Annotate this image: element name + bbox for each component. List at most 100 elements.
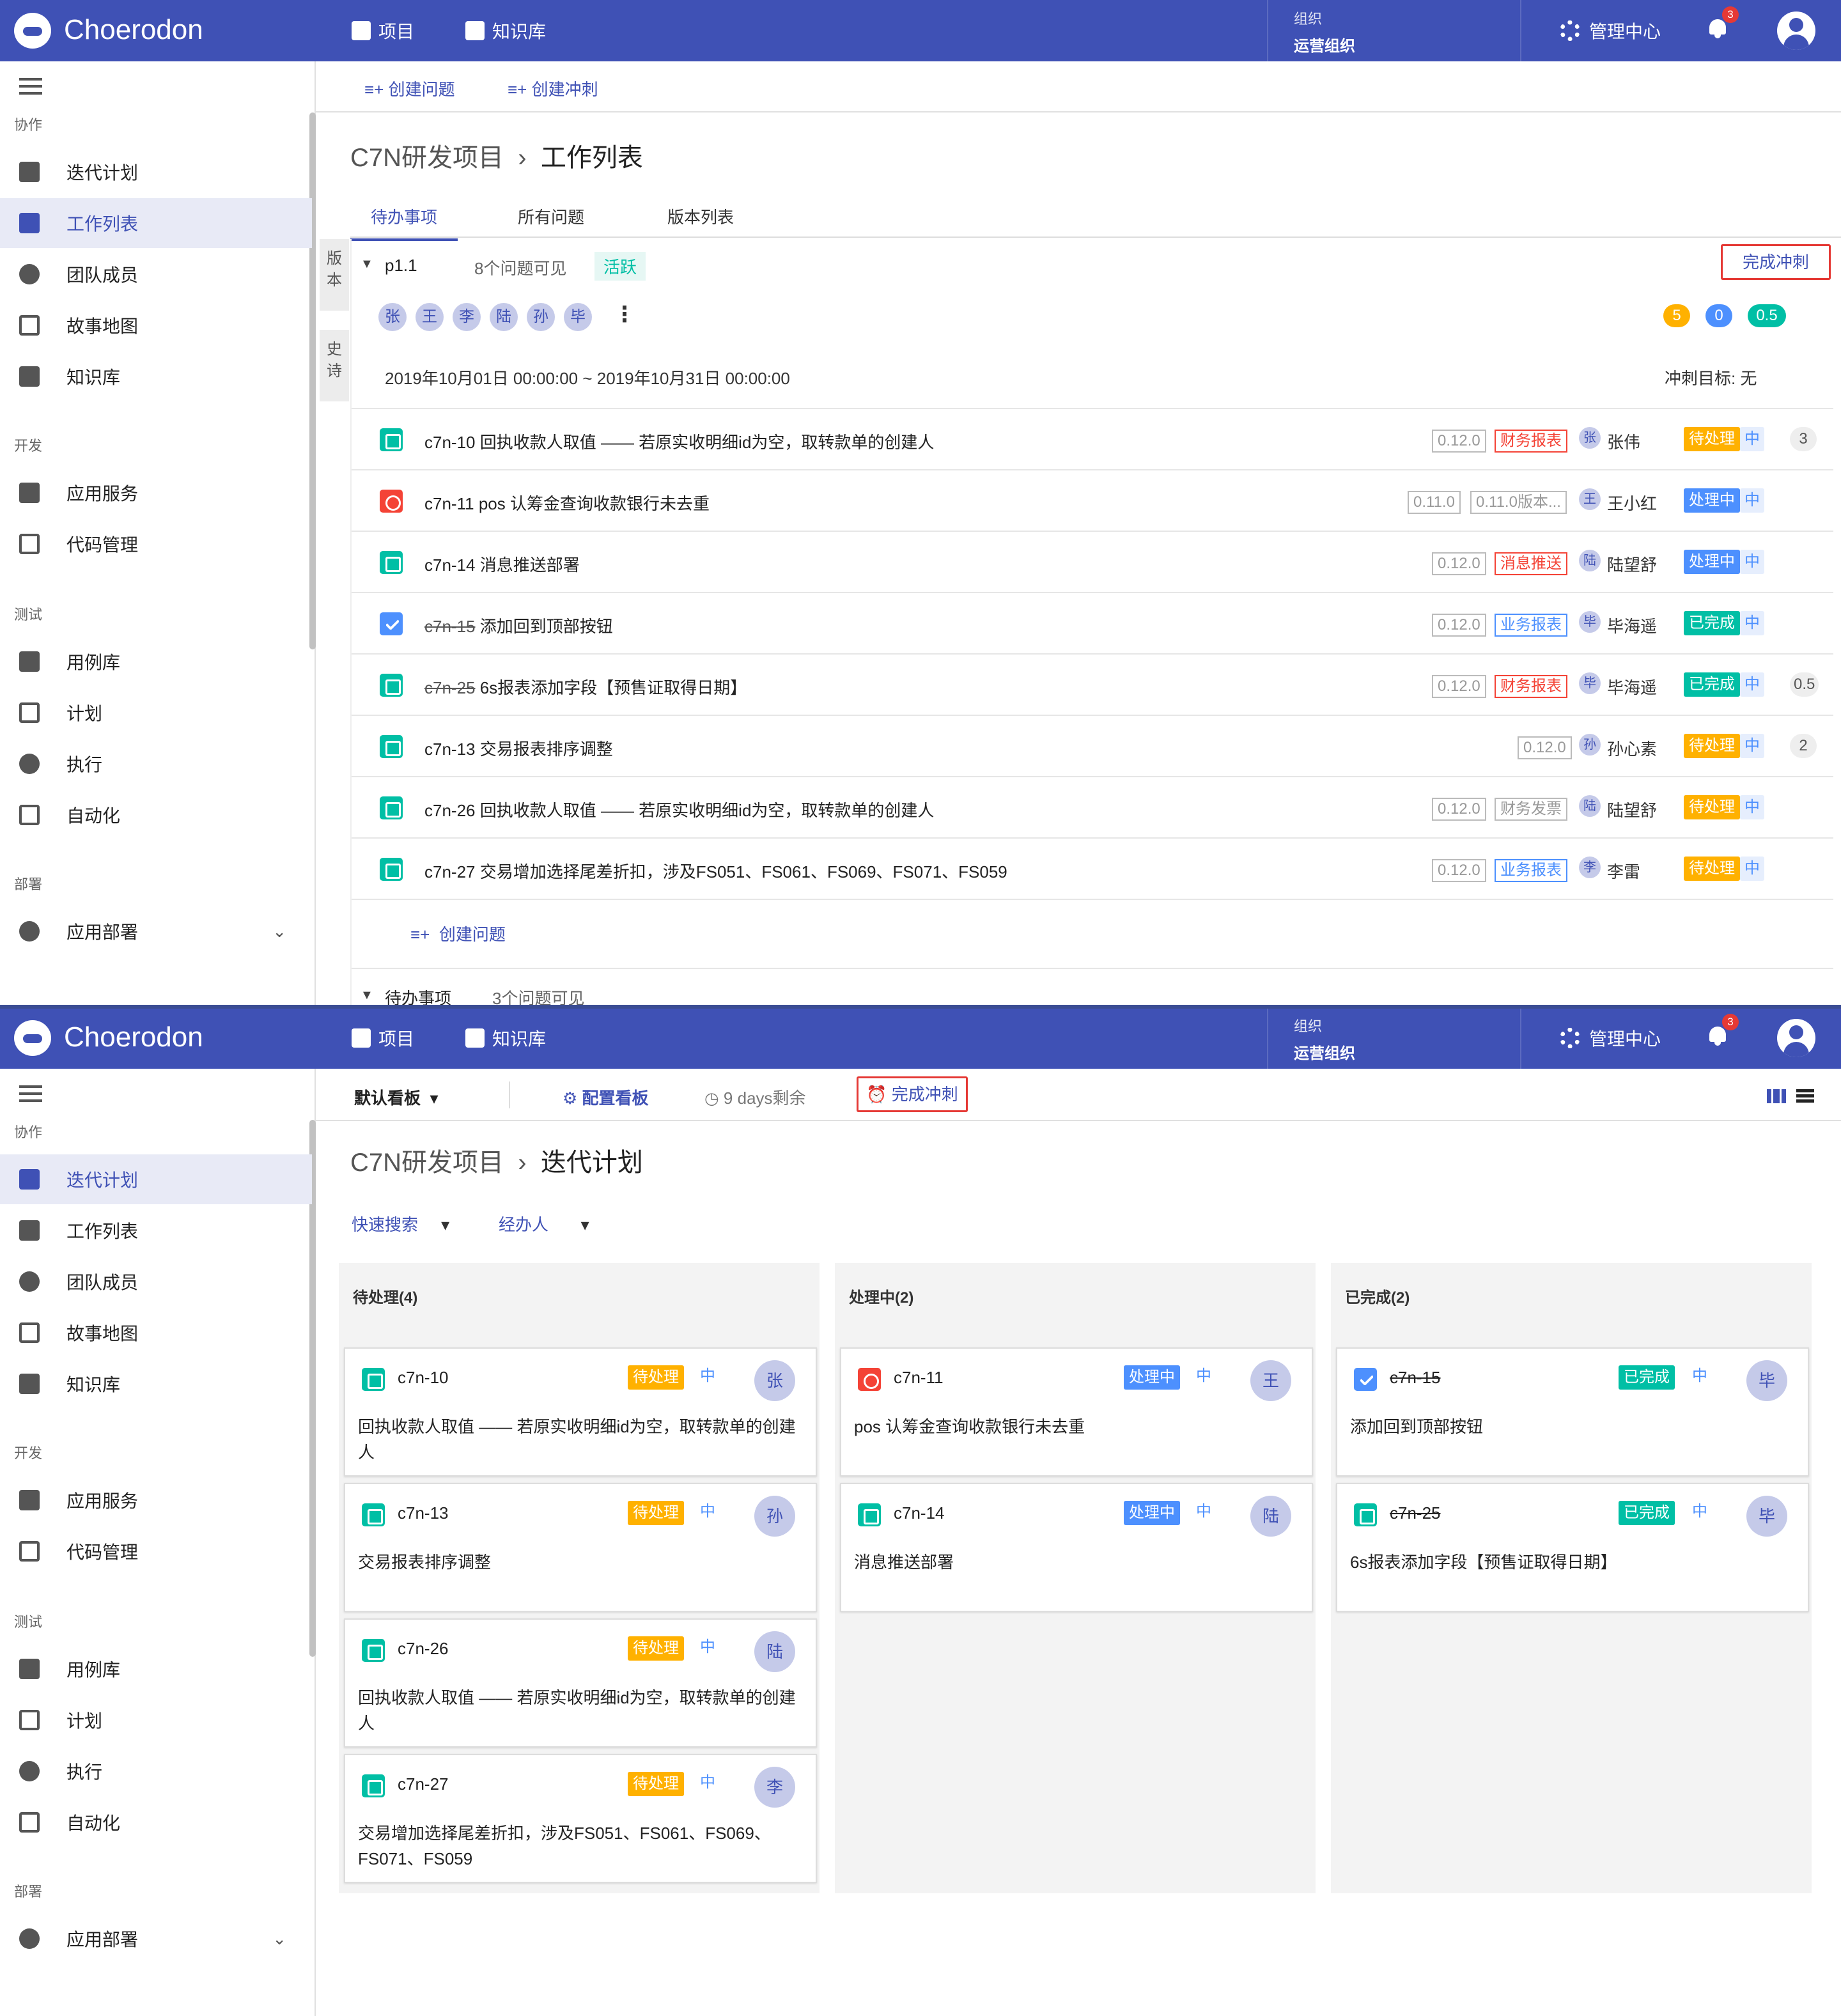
quick-search-filter[interactable]: 快速搜索 ▾ (352, 1212, 449, 1236)
sidebar-item-team[interactable]: 团队成员 (0, 249, 312, 299)
manage-center[interactable]: 管理中心 (1560, 18, 1661, 43)
assignee-avatar[interactable]: 陆 (754, 1631, 795, 1672)
collapse-caret-icon[interactable]: ▼ (361, 257, 373, 272)
manage-center[interactable]: 管理中心 (1560, 1025, 1661, 1051)
version-side-tab[interactable]: 版本 (320, 239, 349, 311)
tab-versions[interactable]: 版本列表 (667, 205, 734, 238)
issue-title[interactable]: c7n-11 pos 认筹金查询收款银行未去重 (424, 491, 710, 515)
sidebar-item-plan[interactable]: 计划 (0, 688, 312, 738)
issue-row[interactable]: c7n-11 pos 认筹金查询收款银行未去重 中处理中 王小红王 0.11.0版本.… (352, 470, 1833, 532)
sidebar-item-deploy[interactable]: 应用部署 ⌄ (0, 1914, 312, 1964)
sidebar-item-auto[interactable]: 自动化 (0, 790, 312, 840)
create-sprint-button[interactable]: ≡+ 创建冲刺 (508, 77, 598, 100)
issue-key[interactable]: c7n-27 (398, 1774, 449, 1794)
avatar[interactable]: 孙 (527, 303, 555, 331)
sidebar-item-execute[interactable]: 执行 (0, 739, 312, 789)
issue-card[interactable]: c7n-26 待处理 中 陆 回执收款人取值 —— 若原实收明细id为空，取转款… (344, 1618, 817, 1748)
add-issue-button[interactable]: ≡+ 创建问题 (410, 922, 506, 945)
issue-card[interactable]: c7n-27 待处理 中 李 交易增加选择尾差折扣，涉及FS051、FS061、… (344, 1754, 817, 1883)
breadcrumb-project[interactable]: C7N研发项目 (350, 1149, 504, 1177)
sidebar-item-auto[interactable]: 自动化 (0, 1797, 312, 1847)
issue-card[interactable]: c7n-13 待处理 中 孙 交易报表排序调整 (344, 1483, 817, 1612)
org-selector[interactable]: 组织 运营组织 (1267, 0, 1521, 61)
create-issue-button[interactable]: ≡+ 创建问题 (364, 77, 455, 100)
tab-all-issues[interactable]: 所有问题 (518, 205, 584, 238)
sidebar-item-storymap[interactable]: 故事地图 (0, 300, 312, 350)
avatar[interactable]: 毕 (564, 303, 592, 331)
issue-card[interactable]: c7n-15 已完成 中 毕 添加回到顶部按钮 (1336, 1347, 1809, 1477)
sidebar-item-cases[interactable]: 用例库 (0, 637, 312, 686)
assignee-avatar[interactable]: 李 (754, 1767, 795, 1808)
sidebar-item-backlog[interactable]: 工作列表 (0, 1206, 312, 1255)
config-board-button[interactable]: ⚙ 配置看板 (563, 1085, 649, 1109)
issue-card[interactable]: c7n-14 处理中 中 陆 消息推送部署 (840, 1483, 1313, 1612)
board-view-icon[interactable] (1767, 1089, 1786, 1103)
avatar[interactable]: 李 (453, 303, 481, 331)
issue-key[interactable]: c7n-13 (398, 1503, 449, 1523)
org-selector[interactable]: 组织 运营组织 (1267, 1007, 1521, 1069)
assignee-filter[interactable]: 经办人 ▾ (499, 1212, 589, 1236)
sidebar-item-team[interactable]: 团队成员 (0, 1257, 312, 1307)
sidebar-item-appservice[interactable]: 应用服务 (0, 1475, 312, 1525)
issue-card[interactable]: c7n-25 已完成 中 毕 6s报表添加字段【预售证取得日期】 (1336, 1483, 1809, 1612)
backlog-section-name[interactable]: 待办事项 (385, 986, 451, 1007)
sidebar-item-deploy[interactable]: 应用部署 ⌄ (0, 906, 312, 956)
complete-sprint-button[interactable]: ⏰ 完成冲刺 (857, 1076, 968, 1112)
issue-card[interactable]: c7n-11 处理中 中 王 pos 认筹金查询收款银行未去重 (840, 1347, 1313, 1477)
brand-name[interactable]: Choerodon (64, 1021, 203, 1053)
assignee-avatar[interactable]: 张 (754, 1360, 795, 1401)
collapse-caret-icon[interactable]: ▼ (361, 988, 373, 1003)
issue-row[interactable]: c7n-10 回执收款人取值 —— 若原实收明细id为空，取转款单的创建人 3 中待… (352, 409, 1833, 470)
epic-side-tab[interactable]: 史诗 (320, 330, 349, 401)
issue-row[interactable]: c7n-26 回执收款人取值 —— 若原实收明细id为空，取转款单的创建人 中待处… (352, 777, 1833, 839)
nav-knowledge[interactable]: 知识库 (465, 1025, 546, 1051)
brand-name[interactable]: Choerodon (64, 14, 203, 46)
sidebar-item-sprint[interactable]: 迭代计划 (0, 1154, 312, 1204)
choerodon-logo-icon[interactable] (14, 1020, 51, 1056)
issue-title[interactable]: c7n-25 6s报表添加字段【预售证取得日期】 (424, 675, 747, 699)
board-select[interactable]: 默认看板 ▾ (354, 1085, 439, 1109)
issue-card[interactable]: c7n-10 待处理 中 张 回执收款人取值 —— 若原实收明细id为空，取转款… (344, 1347, 817, 1477)
assignee-avatar[interactable]: 毕 (1746, 1360, 1787, 1401)
sidebar-item-storymap[interactable]: 故事地图 (0, 1308, 312, 1358)
sidebar-item-cases[interactable]: 用例库 (0, 1644, 312, 1694)
issue-title[interactable]: c7n-27 交易增加选择尾差折扣，涉及FS051、FS061、FS069、FS… (424, 859, 1007, 883)
sidebar-item-backlog[interactable]: 工作列表 (0, 198, 312, 248)
sidebar-item-code[interactable]: 代码管理 (0, 1526, 312, 1576)
user-avatar[interactable] (1777, 1019, 1815, 1057)
issue-title[interactable]: c7n-26 回执收款人取值 —— 若原实收明细id为空，取转款单的创建人 (424, 798, 934, 821)
complete-sprint-button[interactable]: 完成冲刺 (1721, 244, 1831, 280)
sidebar-item-plan[interactable]: 计划 (0, 1695, 312, 1745)
sidebar-item-kb[interactable]: 知识库 (0, 352, 312, 401)
menu-icon[interactable] (19, 78, 42, 95)
issue-key[interactable]: c7n-14 (894, 1503, 945, 1523)
list-view-icon[interactable] (1796, 1089, 1814, 1103)
nav-project[interactable]: 项目 (352, 18, 414, 43)
choerodon-logo-icon[interactable] (14, 13, 51, 49)
avatar[interactable]: 张 (378, 303, 407, 331)
issue-row[interactable]: c7n-13 交易报表排序调整 2 中待处理 孙心素孙 0.12.0 (352, 716, 1833, 777)
user-avatar[interactable] (1777, 12, 1815, 50)
nav-project[interactable]: 项目 (352, 1025, 414, 1051)
avatar[interactable]: 陆 (490, 303, 518, 331)
nav-knowledge[interactable]: 知识库 (465, 18, 546, 43)
sidebar-item-execute[interactable]: 执行 (0, 1746, 312, 1796)
issue-title[interactable]: c7n-15 添加回到顶部按钮 (424, 614, 613, 637)
issue-row[interactable]: c7n-14 消息推送部署 中处理中 陆望舒陆消息推送 0.12.0 (352, 532, 1833, 593)
assignee-avatar[interactable]: 孙 (754, 1496, 795, 1537)
issue-title[interactable]: c7n-13 交易报表排序调整 (424, 736, 613, 760)
sidebar-item-appservice[interactable]: 应用服务 (0, 468, 312, 518)
issue-row[interactable]: c7n-27 交易增加选择尾差折扣，涉及FS051、FS061、FS069、FS… (352, 839, 1833, 900)
assignee-avatar[interactable]: 陆 (1250, 1496, 1291, 1537)
issue-title[interactable]: c7n-10 回执收款人取值 —— 若原实收明细id为空，取转款单的创建人 (424, 430, 934, 453)
sprint-name[interactable]: p1.1 (385, 256, 417, 275)
issue-row[interactable]: c7n-25 6s报表添加字段【预售证取得日期】 0.5 中已完成 毕海遥毕财务报表 0… (352, 655, 1833, 716)
menu-icon[interactable] (19, 1085, 42, 1102)
issue-key[interactable]: c7n-15 (1390, 1368, 1441, 1388)
assignee-avatar[interactable]: 王 (1250, 1360, 1291, 1401)
issue-key[interactable]: c7n-10 (398, 1368, 449, 1388)
tab-backlog[interactable]: 待办事项 (350, 205, 458, 241)
issue-title[interactable]: c7n-14 消息推送部署 (424, 552, 580, 576)
issue-key[interactable]: c7n-11 (894, 1368, 944, 1388)
issue-key[interactable]: c7n-25 (1390, 1503, 1441, 1523)
